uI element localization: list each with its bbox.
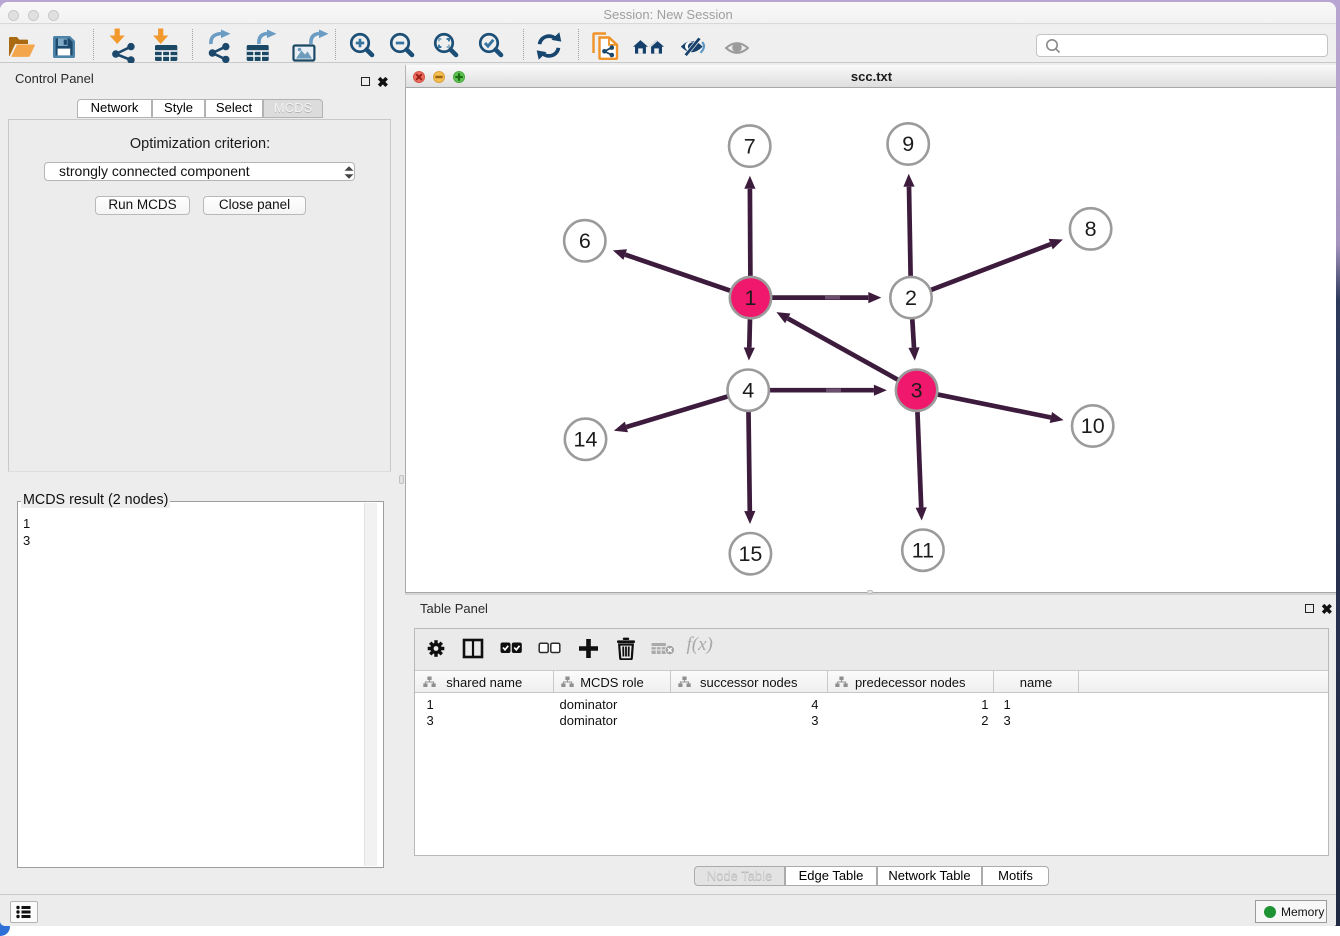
svg-text:8: 8: [1085, 217, 1097, 241]
svg-text:2: 2: [905, 286, 917, 310]
svg-text:6: 6: [579, 229, 591, 253]
svg-text:3: 3: [911, 378, 923, 402]
svg-text:14: 14: [574, 428, 598, 452]
svg-text:11: 11: [912, 538, 934, 562]
svg-text:15: 15: [738, 542, 762, 566]
svg-text:9: 9: [902, 132, 914, 156]
svg-text:1: 1: [745, 286, 757, 310]
svg-text:7: 7: [744, 134, 756, 158]
svg-text:4: 4: [742, 378, 754, 402]
svg-text:10: 10: [1081, 414, 1105, 438]
